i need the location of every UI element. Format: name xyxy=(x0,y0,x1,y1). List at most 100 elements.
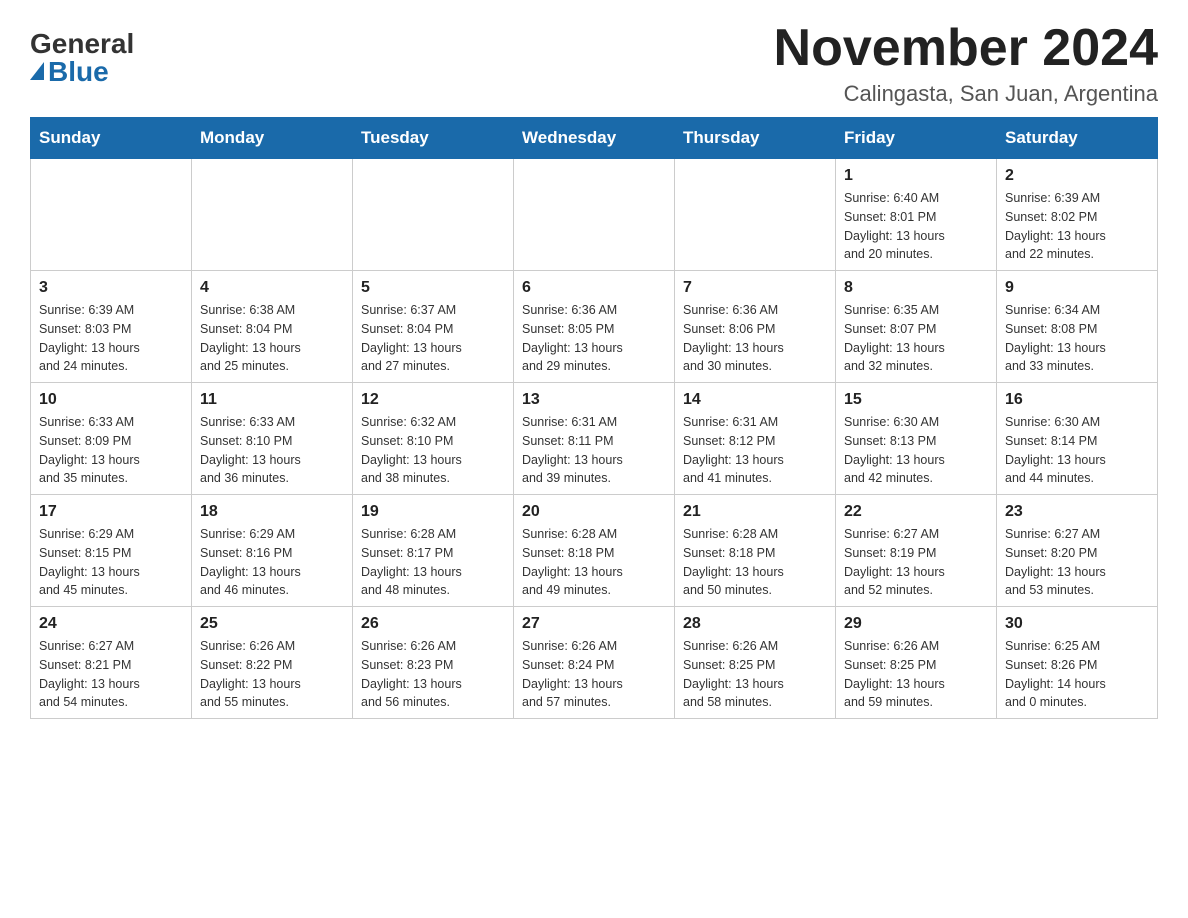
logo-blue-row: Blue xyxy=(30,58,109,86)
day-number: 25 xyxy=(200,615,344,633)
day-number: 11 xyxy=(200,391,344,409)
calendar-cell: 10Sunrise: 6:33 AM Sunset: 8:09 PM Dayli… xyxy=(31,383,192,495)
calendar-cell: 21 Sunrise: 6:28 AM Sunset: 8:18 PM Dayli… xyxy=(675,495,836,607)
day-number: 7 xyxy=(683,279,827,297)
calendar-cell: 7Sunrise: 6:36 AM Sunset: 8:06 PM Daylig… xyxy=(675,271,836,383)
day-number: 10 xyxy=(39,391,183,409)
day-number: 17 xyxy=(39,503,183,521)
calendar-cell: 14Sunrise: 6:31 AM Sunset: 8:12 PM Dayli… xyxy=(675,383,836,495)
day-number: 4 xyxy=(200,279,344,297)
day-number: 12 xyxy=(361,391,505,409)
calendar-cell: 25 Sunrise: 6:26 AM Sunset: 8:22 PM Dayli… xyxy=(192,607,353,719)
day-number: 13 xyxy=(522,391,666,409)
day-info: Sunrise: 6:33 AM Sunset: 8:10 PM Dayligh… xyxy=(200,413,344,488)
day-number: 6 xyxy=(522,279,666,297)
main-title: November 2024 xyxy=(774,20,1158,77)
day-info: Sunrise: 6:40 AM Sunset: 8:01 PM Dayligh… xyxy=(844,189,988,264)
calendar-header-monday: Monday xyxy=(192,118,353,159)
calendar-cell: 24 Sunrise: 6:27 AM Sunset: 8:21 PM Dayli… xyxy=(31,607,192,719)
day-info: Sunrise: 6:27 AM Sunset: 8:19 PM Dayligh… xyxy=(844,525,988,600)
calendar-table: SundayMondayTuesdayWednesdayThursdayFrid… xyxy=(30,117,1158,719)
day-info: Sunrise: 6:26 AM Sunset: 8:24 PM Dayligh… xyxy=(522,637,666,712)
day-number: 9 xyxy=(1005,279,1149,297)
calendar-cell: 16Sunrise: 6:30 AM Sunset: 8:14 PM Dayli… xyxy=(997,383,1158,495)
day-info: Sunrise: 6:37 AM Sunset: 8:04 PM Dayligh… xyxy=(361,301,505,376)
day-number: 30 xyxy=(1005,615,1149,633)
calendar-cell: 8 Sunrise: 6:35 AM Sunset: 8:07 PM Daylig… xyxy=(836,271,997,383)
calendar-cell: 5 Sunrise: 6:37 AM Sunset: 8:04 PM Daylig… xyxy=(353,271,514,383)
calendar-cell xyxy=(675,159,836,271)
day-number: 1 xyxy=(844,167,988,185)
calendar-cell: 27 Sunrise: 6:26 AM Sunset: 8:24 PM Dayli… xyxy=(514,607,675,719)
calendar-cell xyxy=(353,159,514,271)
day-info: Sunrise: 6:31 AM Sunset: 8:12 PM Dayligh… xyxy=(683,413,827,488)
calendar-header-thursday: Thursday xyxy=(675,118,836,159)
week-row-4: 17 Sunrise: 6:29 AM Sunset: 8:15 PM Dayli… xyxy=(31,495,1158,607)
calendar-cell: 2 Sunrise: 6:39 AM Sunset: 8:02 PM Daylig… xyxy=(997,159,1158,271)
day-number: 24 xyxy=(39,615,183,633)
day-info: Sunrise: 6:26 AM Sunset: 8:23 PM Dayligh… xyxy=(361,637,505,712)
calendar-cell: 9 Sunrise: 6:34 AM Sunset: 8:08 PM Daylig… xyxy=(997,271,1158,383)
day-number: 21 xyxy=(683,503,827,521)
title-area: November 2024 Calingasta, San Juan, Arge… xyxy=(774,20,1158,107)
logo-blue-text: Blue xyxy=(48,58,109,86)
day-number: 2 xyxy=(1005,167,1149,185)
day-info: Sunrise: 6:26 AM Sunset: 8:22 PM Dayligh… xyxy=(200,637,344,712)
calendar-cell xyxy=(192,159,353,271)
day-info: Sunrise: 6:28 AM Sunset: 8:18 PM Dayligh… xyxy=(522,525,666,600)
day-number: 5 xyxy=(361,279,505,297)
logo-general-text: General xyxy=(30,30,134,58)
day-number: 26 xyxy=(361,615,505,633)
day-number: 20 xyxy=(522,503,666,521)
logo: General Blue xyxy=(30,20,134,86)
calendar-header-tuesday: Tuesday xyxy=(353,118,514,159)
day-info: Sunrise: 6:30 AM Sunset: 8:13 PM Dayligh… xyxy=(844,413,988,488)
calendar-header-saturday: Saturday xyxy=(997,118,1158,159)
calendar-cell: 13Sunrise: 6:31 AM Sunset: 8:11 PM Dayli… xyxy=(514,383,675,495)
day-info: Sunrise: 6:39 AM Sunset: 8:03 PM Dayligh… xyxy=(39,301,183,376)
calendar-cell: 19Sunrise: 6:28 AM Sunset: 8:17 PM Dayli… xyxy=(353,495,514,607)
day-number: 8 xyxy=(844,279,988,297)
week-row-2: 3Sunrise: 6:39 AM Sunset: 8:03 PM Daylig… xyxy=(31,271,1158,383)
day-info: Sunrise: 6:29 AM Sunset: 8:15 PM Dayligh… xyxy=(39,525,183,600)
day-info: Sunrise: 6:27 AM Sunset: 8:21 PM Dayligh… xyxy=(39,637,183,712)
calendar-cell: 3Sunrise: 6:39 AM Sunset: 8:03 PM Daylig… xyxy=(31,271,192,383)
week-row-1: 1 Sunrise: 6:40 AM Sunset: 8:01 PM Daylig… xyxy=(31,159,1158,271)
day-number: 15 xyxy=(844,391,988,409)
week-row-5: 24 Sunrise: 6:27 AM Sunset: 8:21 PM Dayli… xyxy=(31,607,1158,719)
calendar-cell: 26 Sunrise: 6:26 AM Sunset: 8:23 PM Dayli… xyxy=(353,607,514,719)
calendar-cell: 6 Sunrise: 6:36 AM Sunset: 8:05 PM Daylig… xyxy=(514,271,675,383)
day-info: Sunrise: 6:28 AM Sunset: 8:17 PM Dayligh… xyxy=(361,525,505,600)
calendar-header-wednesday: Wednesday xyxy=(514,118,675,159)
calendar-cell: 15 Sunrise: 6:30 AM Sunset: 8:13 PM Dayli… xyxy=(836,383,997,495)
calendar-cell: 17 Sunrise: 6:29 AM Sunset: 8:15 PM Dayli… xyxy=(31,495,192,607)
logo-triangle-icon xyxy=(30,62,44,80)
day-info: Sunrise: 6:27 AM Sunset: 8:20 PM Dayligh… xyxy=(1005,525,1149,600)
day-info: Sunrise: 6:39 AM Sunset: 8:02 PM Dayligh… xyxy=(1005,189,1149,264)
day-info: Sunrise: 6:28 AM Sunset: 8:18 PM Dayligh… xyxy=(683,525,827,600)
calendar-cell: 18Sunrise: 6:29 AM Sunset: 8:16 PM Dayli… xyxy=(192,495,353,607)
day-info: Sunrise: 6:26 AM Sunset: 8:25 PM Dayligh… xyxy=(844,637,988,712)
day-info: Sunrise: 6:29 AM Sunset: 8:16 PM Dayligh… xyxy=(200,525,344,600)
calendar-cell: 29Sunrise: 6:26 AM Sunset: 8:25 PM Dayli… xyxy=(836,607,997,719)
header: General Blue November 2024 Calingasta, S… xyxy=(30,20,1158,107)
day-info: Sunrise: 6:26 AM Sunset: 8:25 PM Dayligh… xyxy=(683,637,827,712)
calendar-cell: 30 Sunrise: 6:25 AM Sunset: 8:26 PM Dayli… xyxy=(997,607,1158,719)
day-number: 28 xyxy=(683,615,827,633)
calendar-cell: 12Sunrise: 6:32 AM Sunset: 8:10 PM Dayli… xyxy=(353,383,514,495)
day-info: Sunrise: 6:25 AM Sunset: 8:26 PM Dayligh… xyxy=(1005,637,1149,712)
calendar-cell xyxy=(514,159,675,271)
week-row-3: 10Sunrise: 6:33 AM Sunset: 8:09 PM Dayli… xyxy=(31,383,1158,495)
day-number: 27 xyxy=(522,615,666,633)
day-info: Sunrise: 6:36 AM Sunset: 8:05 PM Dayligh… xyxy=(522,301,666,376)
day-number: 16 xyxy=(1005,391,1149,409)
calendar-cell: 23 Sunrise: 6:27 AM Sunset: 8:20 PM Dayli… xyxy=(997,495,1158,607)
calendar-cell: 4Sunrise: 6:38 AM Sunset: 8:04 PM Daylig… xyxy=(192,271,353,383)
calendar-cell: 22Sunrise: 6:27 AM Sunset: 8:19 PM Dayli… xyxy=(836,495,997,607)
sub-title: Calingasta, San Juan, Argentina xyxy=(774,81,1158,107)
day-info: Sunrise: 6:34 AM Sunset: 8:08 PM Dayligh… xyxy=(1005,301,1149,376)
calendar-cell xyxy=(31,159,192,271)
day-number: 23 xyxy=(1005,503,1149,521)
calendar-cell: 1 Sunrise: 6:40 AM Sunset: 8:01 PM Daylig… xyxy=(836,159,997,271)
day-info: Sunrise: 6:35 AM Sunset: 8:07 PM Dayligh… xyxy=(844,301,988,376)
